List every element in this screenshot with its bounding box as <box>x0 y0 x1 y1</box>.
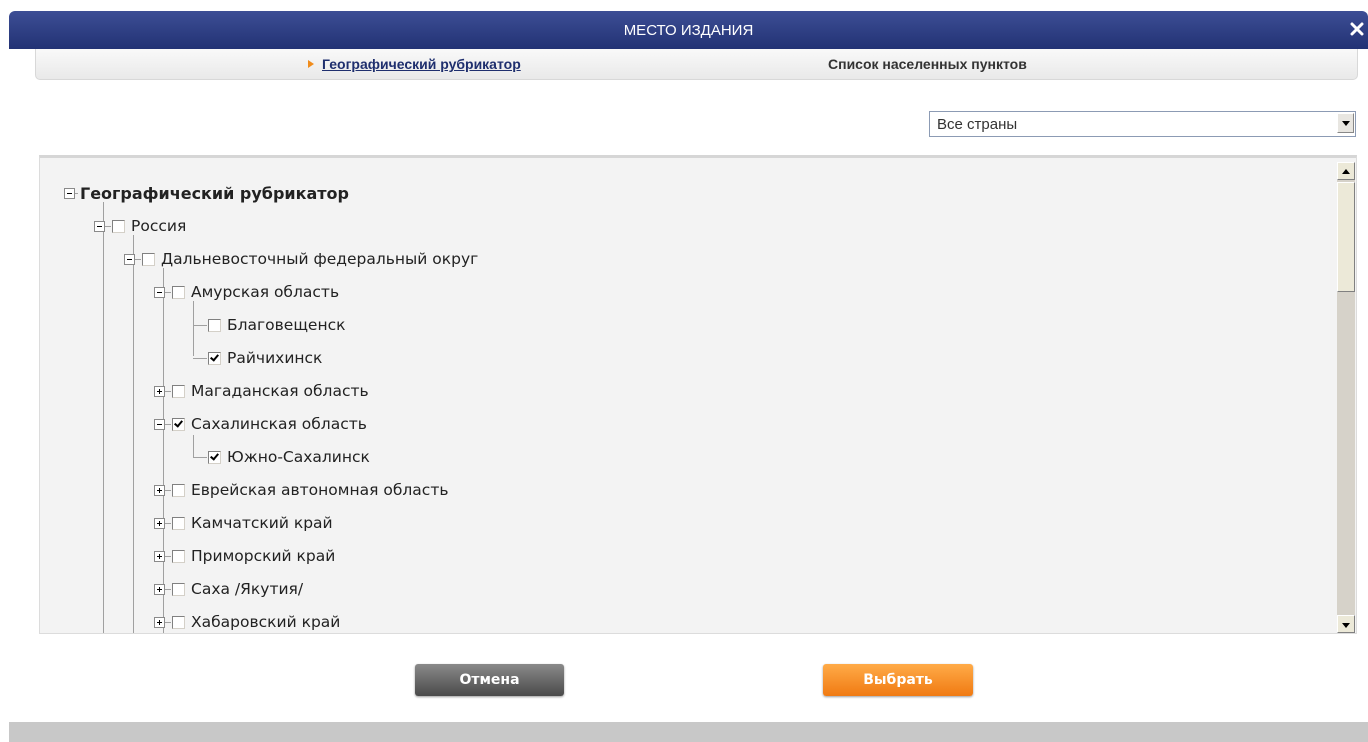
tree-node-label: Южно-Сахалинск <box>227 448 370 466</box>
tree-root: Географический рубрикатор <box>64 182 349 204</box>
tree-node-label: Россия <box>131 217 187 235</box>
tree-node-label: Дальневосточный федеральный округ <box>161 250 479 268</box>
tab-geographic-rubricator[interactable]: Географический рубрикатор <box>308 49 521 79</box>
tree-checkbox[interactable] <box>172 549 185 563</box>
expand-icon[interactable] <box>154 484 165 496</box>
tree-node-label: Камчатский край <box>191 514 333 532</box>
close-icon[interactable] <box>1350 22 1364 36</box>
tree-node-label: Еврейская автономная область <box>191 481 449 499</box>
expand-icon[interactable] <box>154 583 165 595</box>
tree-node-label: Саха /Якутия/ <box>191 580 304 598</box>
tree-panel: Географический рубрикатор Россия Дальнев… <box>39 155 1357 634</box>
tree-node: Камчатский край <box>154 512 333 534</box>
active-tab-arrow-icon <box>308 60 314 68</box>
tree-line <box>133 235 134 633</box>
tree-node: Амурская область <box>154 281 339 303</box>
cancel-button[interactable]: Отмена <box>415 664 564 696</box>
tree-checkbox[interactable] <box>172 285 185 299</box>
tree-node-label: Сахалинская область <box>191 415 367 433</box>
collapse-icon[interactable] <box>94 220 105 232</box>
tree-root-label: Географический рубрикатор <box>80 183 349 203</box>
tree-checkbox[interactable] <box>112 219 125 233</box>
expand-icon[interactable] <box>154 550 165 562</box>
country-select[interactable]: Все страны <box>929 111 1356 137</box>
dropdown-button[interactable] <box>1337 113 1354 133</box>
vertical-scrollbar[interactable] <box>1337 162 1355 633</box>
chevron-down-icon <box>1342 121 1350 126</box>
tree-node: Хабаровский край <box>154 611 340 633</box>
tree-node: Россия <box>94 215 186 237</box>
expand-icon[interactable] <box>154 616 165 628</box>
tree-node-label: Амурская область <box>191 283 340 301</box>
tab-label: Географический рубрикатор <box>322 56 521 72</box>
place-of-publication-dialog: МЕСТО ИЗДАНИЯ Географический рубрикатор … <box>9 0 1368 742</box>
arrow-up-icon <box>1342 169 1350 174</box>
tree-node: Магаданская область <box>154 380 369 402</box>
tab-bar: Географический рубрикатор Список населен… <box>35 49 1358 80</box>
tree-node-label: Хабаровский край <box>191 613 341 631</box>
collapse-icon[interactable] <box>154 418 165 430</box>
tree-node-label: Приморский край <box>191 547 336 565</box>
country-select-value: Все страны <box>937 116 1018 133</box>
dialog-title: МЕСТО ИЗДАНИЯ <box>623 22 754 39</box>
collapse-icon[interactable] <box>124 253 135 265</box>
tree-checkbox[interactable] <box>172 384 185 398</box>
tree-checkbox[interactable] <box>142 252 155 266</box>
tree-node-label: Магаданская область <box>191 382 369 400</box>
collapse-icon[interactable] <box>154 286 165 298</box>
tab-settlements-list[interactable]: Список населенных пунктов <box>828 49 1027 79</box>
expand-icon[interactable] <box>154 385 165 397</box>
expand-icon[interactable] <box>154 517 165 529</box>
tree-node: Благовещенск <box>193 314 346 336</box>
tree-line <box>103 202 104 633</box>
scroll-thumb[interactable] <box>1337 182 1355 292</box>
tree-node: Сахалинская область <box>154 413 367 435</box>
tree-checkbox[interactable] <box>172 483 185 497</box>
tree-checkbox-checked[interactable] <box>172 417 185 431</box>
tree-checkbox[interactable] <box>172 615 185 629</box>
tree-checkbox[interactable] <box>208 318 221 332</box>
scroll-down-button[interactable] <box>1337 615 1355 633</box>
tree-node: Приморский край <box>154 545 335 567</box>
scroll-up-button[interactable] <box>1337 162 1355 180</box>
tree-node: Дальневосточный федеральный округ <box>124 248 478 270</box>
tree-node-label: Благовещенск <box>227 316 346 334</box>
tree-node-label: Райчихинск <box>227 349 323 367</box>
tree-node: Саха /Якутия/ <box>154 578 303 600</box>
tree-node: Райчихинск <box>193 347 322 369</box>
tree-node: Еврейская автономная область <box>154 479 448 501</box>
select-button[interactable]: Выбрать <box>823 664 973 696</box>
dialog-footer <box>9 722 1368 742</box>
tree-checkbox[interactable] <box>172 582 185 596</box>
collapse-icon[interactable] <box>64 187 75 199</box>
dialog-titlebar: МЕСТО ИЗДАНИЯ <box>9 11 1368 49</box>
tree-node: Южно-Сахалинск <box>193 446 370 468</box>
arrow-down-icon <box>1342 623 1350 628</box>
tree-checkbox-checked[interactable] <box>208 351 221 365</box>
tree-checkbox-checked[interactable] <box>208 450 221 464</box>
tree-checkbox[interactable] <box>172 516 185 530</box>
